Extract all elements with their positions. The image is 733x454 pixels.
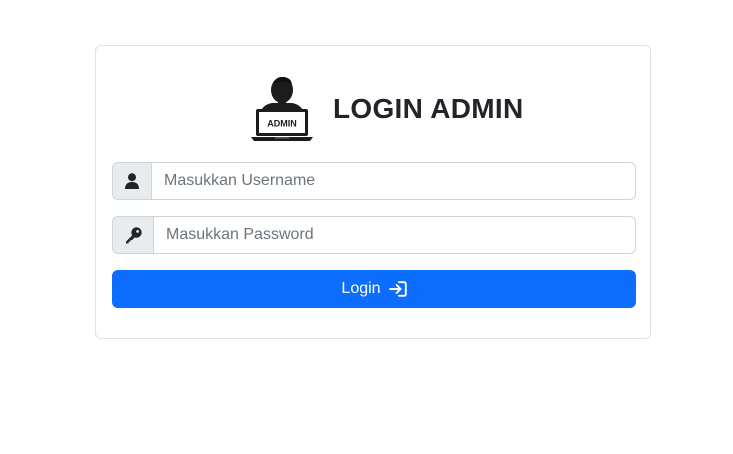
admin-laptop-icon: ADMIN [251, 76, 313, 141]
username-addon [112, 162, 152, 200]
user-icon [125, 173, 139, 189]
password-input[interactable] [154, 216, 636, 254]
key-icon [125, 226, 142, 243]
login-button-label: Login [341, 280, 381, 297]
username-group [112, 162, 636, 200]
login-header: ADMIN LOGIN ADMIN [251, 74, 523, 144]
login-card: ADMIN LOGIN ADMIN Masukkan Username Logi… [95, 45, 651, 339]
username-input[interactable] [152, 162, 636, 200]
sign-in-icon [388, 281, 407, 297]
logo-label: ADMIN [267, 119, 297, 129]
page-title: LOGIN ADMIN [333, 93, 524, 124]
login-page: ADMIN LOGIN ADMIN Masukkan Username Logi… [0, 0, 733, 454]
password-addon [112, 216, 154, 254]
login-button[interactable]: Login [112, 270, 636, 308]
password-group [112, 216, 636, 254]
